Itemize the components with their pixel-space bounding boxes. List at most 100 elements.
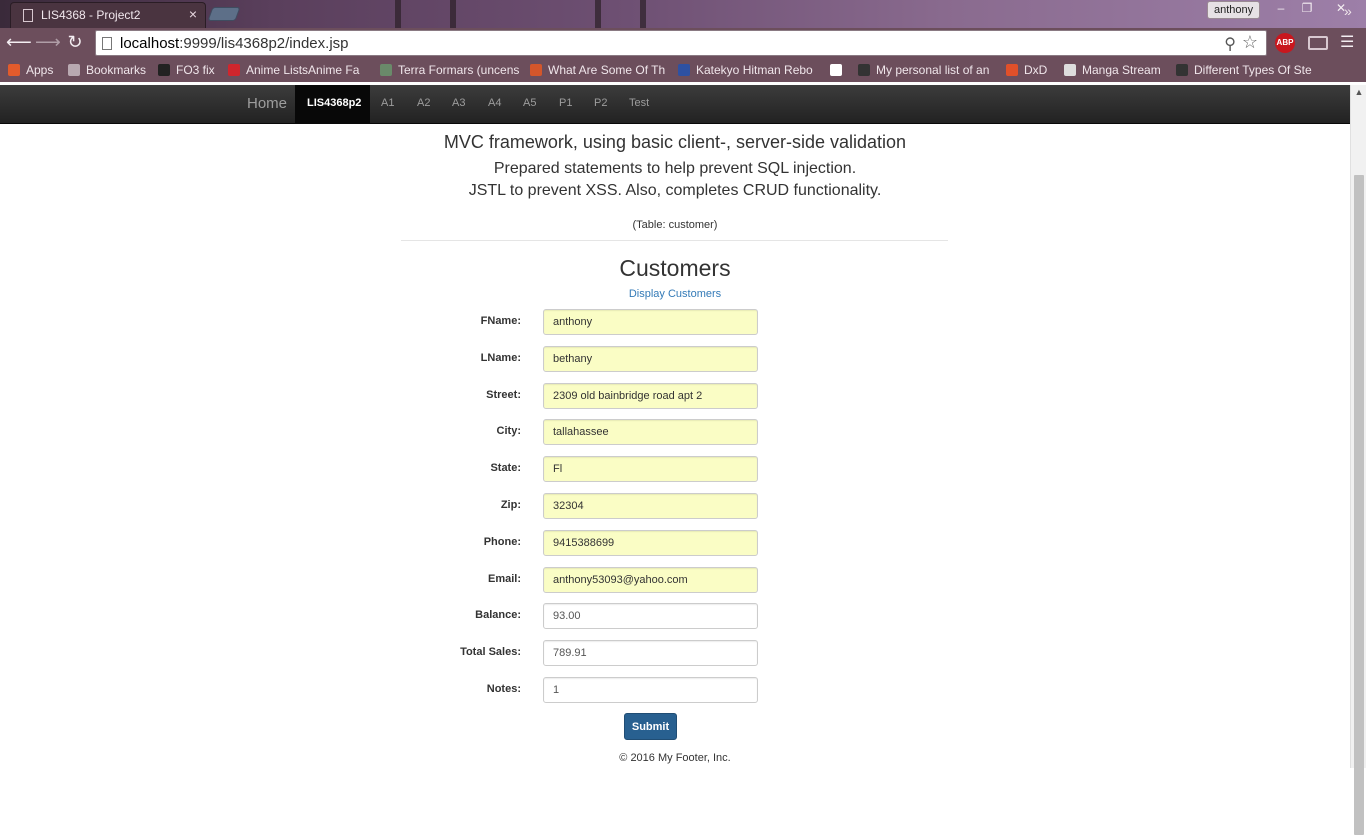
bookmark-favicon-icon [380,64,392,76]
page-subheading-sql: Prepared statements to help prevent SQL … [493,160,857,177]
bookmark-favicon-icon [1006,64,1018,76]
form-row-phone: Phone: [0,529,1350,556]
bookmark-item[interactable]: Bookmarks [68,63,148,79]
balance-label: Balance: [475,609,521,622]
navbar-brand-home[interactable]: Home [247,95,287,112]
minimize-button[interactable]: – [1268,0,1294,18]
bookmark-item[interactable]: My personal list of an [858,63,993,79]
city-label: City: [496,425,521,438]
vertical-scrollbar[interactable]: ▲ [1350,85,1366,835]
address-bar[interactable]: localhost:9999/lis4368p2/index.jsp ⚲ ☆ [95,30,1267,56]
divider [401,240,948,241]
display-customers-link[interactable]: Display Customers [0,288,1350,300]
form-row-zip: Zip: [0,493,1350,519]
bookmark-item[interactable]: FO3 fix [158,63,218,79]
bookmark-label: Terra Formars (uncens [398,63,520,77]
url-text[interactable]: localhost:9999/lis4368p2/index.jsp [120,35,349,52]
bookmark-favicon-icon [530,64,542,76]
nav-item-p1[interactable]: P1 [559,97,572,109]
bookmarks-bar: Apps Bookmarks FO3 fix Anime ListsAnime Fa T… [0,58,1366,82]
back-icon[interactable]: ⟵ [6,32,32,54]
bookmark-label: Katekyo Hitman Rebo [696,63,813,77]
lname-input[interactable] [543,345,758,372]
zoom-icon[interactable]: ⚲ [1224,34,1236,54]
form-row-fname: FName: [0,309,1350,335]
bookmark-item[interactable]: Manga Stream [1064,63,1169,79]
city-input[interactable] [543,419,758,446]
nav-item-a4[interactable]: A4 [488,97,501,109]
adblock-plus-icon[interactable]: ABP [1275,33,1295,53]
bookmark-label: Different Types Of Ste [1194,63,1312,77]
page-footer: © 2016 My Footer, Inc. [619,752,731,764]
browser-tab[interactable]: LIS4368 - Project2 × [10,2,206,28]
state-input[interactable] [543,456,758,483]
phone-input[interactable] [543,529,758,556]
browser-title-bar: LIS4368 - Project2 × anthony – ❐ ✕ [0,0,1366,28]
nav-item-a5[interactable]: A5 [523,97,536,109]
nav-item-a2[interactable]: A2 [417,97,430,109]
bookmark-item[interactable] [830,63,846,79]
cast-icon[interactable] [1308,36,1328,50]
tab-title: LIS4368 - Project2 [41,8,141,22]
wallpaper-decoration [640,0,646,28]
nav-item-lis4368p2[interactable]: LIS4368p2 [307,97,361,109]
bookmark-item[interactable]: Anime ListsAnime Fa [228,63,368,79]
email-input[interactable] [543,566,758,593]
bookmark-favicon-icon [678,64,690,76]
bookmark-label: Bookmarks [86,63,147,77]
profile-button[interactable]: anthony [1207,1,1261,19]
page-icon [102,37,112,50]
bookmark-favicon-icon [158,64,170,76]
url-path: :9999/lis4368p2/index.jsp [179,35,349,52]
wallpaper-decoration [395,0,401,28]
menu-icon[interactable]: ☰ [1340,34,1358,52]
total-sales-label: Total Sales: [460,646,521,659]
table-note: (Table: customer) [632,219,718,231]
bookmark-favicon-icon [1064,64,1076,76]
lname-label: LName: [480,351,521,364]
nav-item-a3[interactable]: A3 [452,97,465,109]
submit-button[interactable]: Submit [624,713,677,740]
bookmark-item[interactable]: Apps [8,63,58,79]
form-row-street: Street: [0,382,1350,409]
street-input[interactable] [543,382,758,409]
scrollbar-thumb[interactable] [1354,175,1364,835]
bookmark-favicon-icon [68,64,80,76]
form-row-email: Email: [0,566,1350,593]
bookmark-item[interactable]: DxD [1006,63,1054,79]
fname-input[interactable] [543,309,758,335]
form-row-balance: Balance: [0,603,1350,630]
bookmark-favicon-icon [8,64,20,76]
bookmark-label: Apps [26,63,54,77]
total-sales-input[interactable] [543,640,758,667]
more-bookmarks-icon[interactable]: » [1344,3,1352,19]
restore-button[interactable]: ❐ [1294,0,1320,18]
notes-label: Notes: [486,683,521,695]
notes-input[interactable] [543,677,758,703]
browser-toolbar: ⟵ ⟶ ↻ localhost:9999/lis4368p2/index.jsp… [0,28,1366,58]
form-title: Customers [619,255,731,281]
nav-item-a1[interactable]: A1 [381,97,394,109]
balance-input[interactable] [543,603,758,630]
nav-item-test[interactable]: Test [629,97,649,109]
bookmark-label: FO3 fix [176,63,215,77]
tab-close-icon[interactable]: × [189,6,197,22]
scroll-up-arrow-icon[interactable]: ▲ [1351,87,1366,97]
url-host: localhost [120,35,180,52]
main-content: MVC framework, using basic client-, serv… [0,124,1350,768]
zip-input[interactable] [543,493,758,519]
bookmark-favicon-icon [228,64,240,76]
zip-label: Zip: [500,499,521,511]
bookmark-star-icon[interactable]: ☆ [1242,32,1258,53]
bookmark-favicon-icon [1176,64,1188,76]
reload-icon[interactable]: ↻ [64,32,86,54]
bookmark-label: Manga Stream [1082,63,1161,77]
forward-icon[interactable]: ⟶ [35,32,61,54]
nav-item-p2[interactable]: P2 [594,97,607,109]
phone-label: Phone: [483,535,521,548]
bookmark-item[interactable]: Different Types Of Ste [1176,63,1316,79]
bookmark-item[interactable]: Katekyo Hitman Rebo [678,63,818,79]
bookmark-item[interactable]: What Are Some Of Th [530,63,665,79]
bookmark-item[interactable]: Terra Formars (uncens [380,63,520,79]
new-tab-button[interactable] [207,7,241,21]
